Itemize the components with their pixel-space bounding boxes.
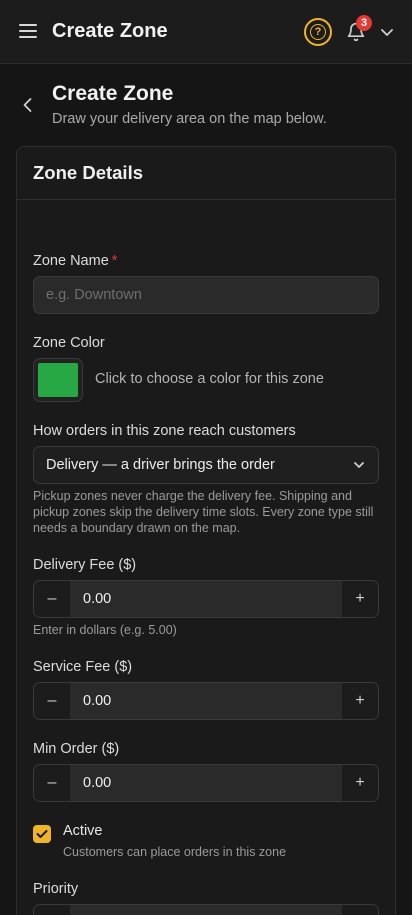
decrement-button[interactable]: –: [34, 765, 70, 801]
increment-button[interactable]: +: [342, 581, 378, 617]
delivery-fee-stepper: – 0.00 +: [33, 580, 379, 618]
priority-label: Priority: [33, 881, 79, 897]
question-icon: ?: [310, 24, 326, 40]
help-button[interactable]: ?: [304, 18, 332, 46]
color-hint: Click to choose a color for this zone: [95, 371, 324, 387]
fulfillment-help: Pickup zones never charge the delivery f…: [33, 489, 374, 535]
service-fee-input[interactable]: 0.00: [70, 683, 342, 719]
increment-button[interactable]: +: [342, 765, 378, 801]
fulfillment-select[interactable]: Delivery — a driver brings the order: [33, 446, 379, 484]
min-order-input[interactable]: 0.00: [70, 765, 342, 801]
back-arrow-icon[interactable]: [18, 95, 38, 115]
min-order-label: Min Order ($): [33, 741, 120, 757]
color-picker-button[interactable]: [33, 358, 83, 402]
min-order-stepper: – 0.00 +: [33, 764, 379, 802]
fulfillment-label: How orders in this zone reach customers: [33, 423, 296, 439]
delivery-fee-label: Delivery Fee ($): [33, 557, 137, 573]
color-swatch: [38, 363, 78, 397]
delivery-fee-help: Enter in dollars (e.g. 5.00): [33, 623, 177, 637]
delivery-fee-input[interactable]: 0.00: [70, 581, 342, 617]
priority-input[interactable]: [70, 905, 342, 915]
zone-name-label: Zone Name *: [33, 253, 117, 269]
service-fee-stepper: – 0.00 +: [33, 682, 379, 720]
zone-name-input[interactable]: [33, 276, 379, 314]
active-checkbox[interactable]: [33, 825, 51, 843]
top-bar: Create Zone ? 3: [0, 0, 412, 64]
decrement-button[interactable]: –: [34, 683, 70, 719]
page-subtitle: Draw your delivery area on the map below…: [52, 111, 327, 127]
active-description: Customers can place orders in this zone: [63, 845, 287, 859]
chevron-down-icon: [354, 462, 364, 468]
zone-name-label-text: Zone Name: [33, 253, 109, 269]
increment-button[interactable]: +: [342, 683, 378, 719]
check-icon: [36, 830, 48, 838]
menu-icon[interactable]: [19, 24, 37, 38]
priority-stepper: [33, 904, 379, 915]
fulfillment-selected-value: Delivery — a driver brings the order: [46, 457, 275, 473]
zone-color-label: Zone Color: [33, 335, 105, 351]
required-marker: *: [111, 253, 118, 269]
active-label: Active: [63, 823, 103, 839]
card-title: Zone Details: [17, 147, 395, 200]
page-title: Create Zone: [52, 82, 174, 105]
decrement-button[interactable]: –: [34, 581, 70, 617]
service-fee-label: Service Fee ($): [33, 659, 133, 675]
decrement-button[interactable]: [34, 905, 70, 915]
app-title: Create Zone: [52, 20, 168, 42]
notification-badge: 3: [356, 15, 372, 31]
chevron-down-icon[interactable]: [380, 26, 394, 38]
increment-button[interactable]: [342, 905, 378, 915]
